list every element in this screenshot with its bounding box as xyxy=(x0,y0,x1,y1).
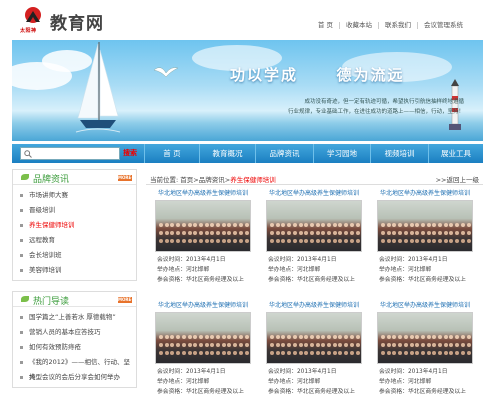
card-detail: 参会资格：华北区商务经理及以上 xyxy=(379,277,466,283)
card-place: 举办地点：河北邯郸 xyxy=(157,267,210,273)
card-detail: 参会资格：华北区商务经理及以上 xyxy=(268,277,355,283)
banner-slogan: 功以学成 德为流远 xyxy=(230,64,405,85)
breadcrumb-path: 当前位置: 首页>品牌资讯>养生保健师培训 xyxy=(150,176,276,184)
card-title[interactable]: 华北地区举办高级养生保健师培训 xyxy=(155,188,251,200)
card-place: 举办地点：河北邯郸 xyxy=(268,267,321,273)
back-link[interactable]: >>返回上一级 xyxy=(436,174,479,184)
hot-read-item[interactable]: 大型会议的会后分享会如何举办 xyxy=(20,370,136,385)
banner-motto: 成功没有奇迹，但一定有轨迹可循，希望执行引航信抽样终地遵循 行业规律，专业基础工… xyxy=(212,97,464,117)
card-place: 举办地点：河北邯郸 xyxy=(379,267,432,273)
card-time: 会议时间：2013年4月1日 xyxy=(379,257,448,263)
brand-news-more-button[interactable]: MORE+ xyxy=(118,175,135,181)
top-links: 首 页 收藏本站 联系我们 会议管理系统 xyxy=(312,22,469,29)
top-link-home[interactable]: 首 页 xyxy=(312,22,339,29)
hot-read-item[interactable]: 营销人员的基本应答技巧 xyxy=(20,325,136,340)
card-detail: 参会资格：华北区商务经理及以上 xyxy=(379,389,466,395)
seagull-illustration xyxy=(153,67,179,78)
sidebar-item-lecturer-contest[interactable]: 市场讲师大赛 xyxy=(20,188,136,203)
logo-subtitle: 太阳神 xyxy=(20,28,37,34)
training-card[interactable]: 华北地区举办高级养生保健师培训 会议时间：2013年4月1日 举办地点：河北邯郸… xyxy=(155,188,251,285)
card-time: 会议时间：2013年4月1日 xyxy=(157,369,226,375)
hot-read-item[interactable]: 《我的2012》——相信、行动、坚持 xyxy=(20,355,136,381)
group-photo[interactable] xyxy=(377,312,473,364)
sidebar-item-beautician-training[interactable]: 美容师培训 xyxy=(20,263,136,278)
nav-video-training[interactable]: 视频培训 xyxy=(370,144,428,163)
search-input[interactable] xyxy=(20,147,120,160)
brand-news-box: 品牌资讯 MORE+ 市场讲师大赛 晋级培训 养生保健师培训 远程教育 会长培训… xyxy=(12,169,137,281)
group-photo[interactable] xyxy=(377,200,473,252)
site-name[interactable]: 教育网 xyxy=(50,9,104,34)
nav-brand-news[interactable]: 品牌资讯 xyxy=(255,144,313,163)
group-photo[interactable] xyxy=(155,200,251,252)
top-link-bookmark[interactable]: 收藏本站 xyxy=(339,22,378,29)
card-time: 会议时间：2013年4月1日 xyxy=(379,369,448,375)
card-time: 会议时间：2013年4月1日 xyxy=(268,257,337,263)
nav-study[interactable]: 学习园地 xyxy=(313,144,370,163)
card-title[interactable]: 华北地区举办高级养生保健师培训 xyxy=(155,300,251,312)
hot-reads-list: 国学篇之“上善若水 厚德载物” 营销人员的基本应答技巧 如何有效预防痔疮 《我的… xyxy=(13,307,136,387)
hot-reads-box: 热门导读 MORE+ 国学篇之“上善若水 厚德载物” 营销人员的基本应答技巧 如… xyxy=(12,291,137,388)
brand-news-header: 品牌资讯 MORE+ xyxy=(13,170,136,185)
group-photo[interactable] xyxy=(266,200,362,252)
top-link-meeting-system[interactable]: 会议管理系统 xyxy=(417,22,469,29)
brand-news-list: 市场讲师大赛 晋级培训 养生保健师培训 远程教育 会长培训班 美容师培训 xyxy=(13,185,136,280)
leaf-icon xyxy=(21,296,29,302)
sidebar-item-promotion-training[interactable]: 晋级培训 xyxy=(20,203,136,218)
nav-tools[interactable]: 展业工具 xyxy=(428,144,483,163)
card-detail: 参会资格：华北区商务经理及以上 xyxy=(268,389,355,395)
training-card[interactable]: 华北地区举办高级养生保健师培训 会议时间：2013年4月1日 举办地点：河北邯郸… xyxy=(377,188,473,285)
breadcrumb-home[interactable]: 首页 xyxy=(180,176,193,184)
leaf-icon xyxy=(21,174,29,180)
card-place: 举办地点：河北邯郸 xyxy=(157,379,210,385)
hot-reads-header: 热门导读 MORE+ xyxy=(13,292,136,307)
hero-banner: 功以学成 德为流远 成功没有奇迹，但一定有轨迹可循，希望执行引航信抽样终地遵循 … xyxy=(12,40,483,141)
training-grid: 华北地区举办高级养生保健师培训 会议时间：2013年4月1日 举办地点：河北邯郸… xyxy=(146,185,483,405)
training-card[interactable]: 华北地区举办高级养生保健师培训 会议时间：2013年4月1日 举办地点：河北邯郸… xyxy=(266,300,362,397)
search-icon xyxy=(24,150,32,158)
group-photo[interactable] xyxy=(155,312,251,364)
sidebar-item-remote-education[interactable]: 远程教育 xyxy=(20,233,136,248)
brand-news-title: 品牌资讯 xyxy=(33,175,70,185)
training-card[interactable]: 华北地区举办高级养生保健师培训 会议时间：2013年4月1日 举办地点：河北邯郸… xyxy=(266,188,362,285)
card-detail: 参会资格：华北区商务经理及以上 xyxy=(157,277,244,283)
sailboat-illustration xyxy=(75,42,121,133)
main-nav: 搜索 首 页 教育概况 品牌资讯 学习园地 视频培训 展业工具 xyxy=(12,144,483,163)
breadcrumb-section[interactable]: 品牌资讯 xyxy=(199,176,225,184)
nav-overview[interactable]: 教育概况 xyxy=(199,144,255,163)
search-button[interactable]: 搜索 xyxy=(123,148,137,158)
motto-line-2: 行业规律，专业基础工作，在进往成功的道路上——相信，行动，坚持！ xyxy=(287,109,464,115)
hot-reads-title: 热门导读 xyxy=(33,297,70,307)
slogan-right: 德为流远 xyxy=(336,66,405,84)
slogan-left: 功以学成 xyxy=(230,66,299,84)
card-detail: 参会资格：华北区商务经理及以上 xyxy=(157,389,244,395)
training-card[interactable]: 华北地区举办高级养生保健师培训 会议时间：2013年4月1日 举办地点：河北邯郸… xyxy=(377,300,473,397)
sidebar-item-president-class[interactable]: 会长培训班 xyxy=(20,248,136,263)
breadcrumb-label: 当前位置: xyxy=(150,176,179,184)
site-header: 太阳神 教育网 首 页 收藏本站 联系我们 会议管理系统 xyxy=(0,0,495,38)
card-title[interactable]: 华北地区举办高级养生保健师培训 xyxy=(377,300,473,312)
main-content: 当前位置: 首页>品牌资讯>养生保健师培训 >>返回上一级 华北地区举办高级养生… xyxy=(146,169,483,405)
hot-reads-more-button[interactable]: MORE+ xyxy=(118,297,135,303)
card-place: 举办地点：河北邯郸 xyxy=(268,379,321,385)
card-place: 举办地点：河北邯郸 xyxy=(379,379,432,385)
card-title[interactable]: 华北地区举办高级养生保健师培训 xyxy=(266,188,362,200)
sidebar-item-health-training[interactable]: 养生保健师培训 xyxy=(20,218,136,233)
card-time: 会议时间：2013年4月1日 xyxy=(268,369,337,375)
sun-logo-icon[interactable] xyxy=(22,6,44,26)
breadcrumb-current: 养生保健师培训 xyxy=(230,176,276,184)
motto-line-1: 成功没有奇迹，但一定有轨迹可循，希望执行引航信抽样终地遵循 xyxy=(304,99,464,105)
hot-read-item[interactable]: 国学篇之“上善若水 厚德载物” xyxy=(20,310,136,325)
group-photo[interactable] xyxy=(266,312,362,364)
card-title[interactable]: 华北地区举办高级养生保健师培训 xyxy=(377,188,473,200)
breadcrumb: 当前位置: 首页>品牌资讯>养生保健师培训 >>返回上一级 xyxy=(146,169,483,185)
sidebar: 品牌资讯 MORE+ 市场讲师大赛 晋级培训 养生保健师培训 远程教育 会长培训… xyxy=(12,169,137,394)
hot-read-item[interactable]: 如何有效预防痔疮 xyxy=(20,340,136,355)
card-time: 会议时间：2013年4月1日 xyxy=(157,257,226,263)
nav-home[interactable]: 首 页 xyxy=(144,144,199,163)
training-card[interactable]: 华北地区举办高级养生保健师培训 会议时间：2013年4月1日 举办地点：河北邯郸… xyxy=(155,300,251,397)
top-link-contact[interactable]: 联系我们 xyxy=(378,22,417,29)
card-title[interactable]: 华北地区举办高级养生保健师培训 xyxy=(266,300,362,312)
